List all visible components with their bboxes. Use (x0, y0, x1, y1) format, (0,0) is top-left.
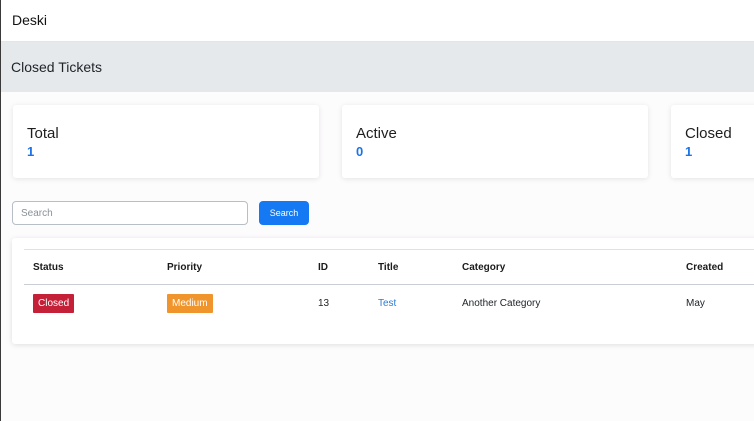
stat-label: Total (27, 125, 59, 142)
stat-value: 0 (356, 144, 364, 159)
ticket-category: Another Category (462, 297, 541, 309)
table-header-row: Status Priority ID Title Category Create… (24, 249, 754, 285)
priority-cell: Medium (158, 285, 309, 322)
tickets-table: Status Priority ID Title Category Create… (24, 249, 754, 321)
column-header-priority[interactable]: Priority (158, 249, 309, 285)
status-badge: Closed (33, 293, 75, 313)
stat-value: 1 (27, 144, 35, 159)
column-header-status[interactable]: Status (24, 249, 158, 285)
page-title: Closed Tickets (11, 59, 103, 75)
table-row[interactable]: Closed Medium 13 Test Another Category M… (24, 285, 754, 322)
page-header: Closed Tickets (1, 42, 754, 92)
brand-logo[interactable]: Deski (12, 12, 47, 28)
status-cell: Closed (24, 285, 158, 322)
ticket-created: May (686, 297, 705, 309)
column-header-id[interactable]: ID (309, 249, 369, 285)
stat-value: 1 (685, 144, 693, 159)
top-navbar: Deski (1, 0, 754, 42)
column-header-category[interactable]: Category (453, 249, 677, 285)
column-header-created[interactable]: Created (677, 249, 754, 285)
ticket-id: 13 (318, 297, 330, 309)
tickets-table-card: Status Priority ID Title Category Create… (12, 238, 754, 344)
ticket-title-link[interactable]: Test (378, 298, 396, 309)
stat-label: Closed (685, 125, 732, 142)
stat-card-closed: Closed 1 (671, 105, 754, 178)
search-input[interactable] (12, 201, 248, 225)
priority-badge: Medium (167, 293, 213, 313)
column-header-title[interactable]: Title (369, 249, 453, 285)
title-cell: Test (369, 285, 453, 322)
stat-card-active: Active 0 (342, 105, 648, 178)
stat-card-total: Total 1 (13, 105, 319, 178)
search-button[interactable]: Search (259, 201, 309, 225)
app-window: Deski Closed Tickets Total 1 Active 0 Cl… (0, 0, 754, 421)
stat-label: Active (356, 125, 397, 142)
